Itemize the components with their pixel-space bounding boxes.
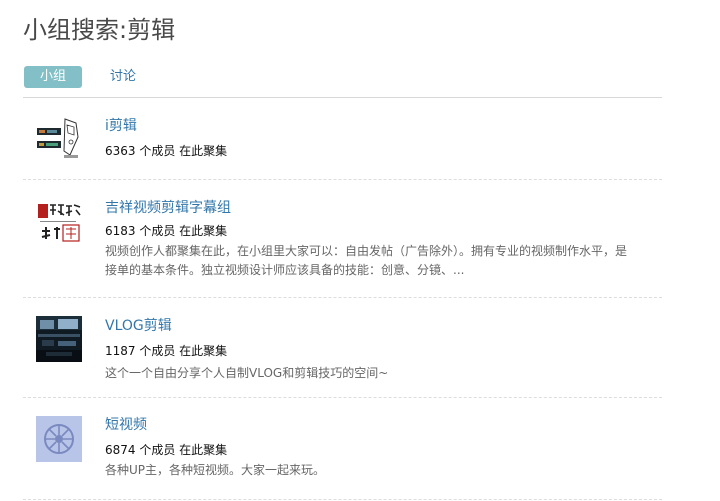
tab-bar: 小组 讨论: [23, 66, 662, 98]
group-description: 视频创作人都聚集在此，在小组里大家可以：自由发帖（广告除外）。拥有专业的视频制作…: [105, 242, 655, 280]
member-count: 6183 个成员 在此聚集: [105, 224, 228, 238]
calligraphy-logo-icon: [36, 201, 82, 247]
group-avatar-vlog[interactable]: [36, 316, 82, 362]
list-item: 吉祥视频剪辑字幕组 6183 个成员 在此聚集 视频创作人都聚集在此，在小组里大…: [23, 180, 662, 298]
description-line: 接单的基本条件。独立视频设计师应该具备的技能：创意、分镜、...: [105, 263, 465, 277]
group-avatar-jixiang[interactable]: [36, 201, 82, 247]
phone-sketch-icon: [36, 115, 82, 161]
editing-desk-icon: [36, 316, 82, 362]
page-title: 小组搜索:剪辑: [23, 16, 176, 44]
group-description: 各种UP主，各种短视频。大家一起来玩。: [105, 461, 655, 480]
group-name-link[interactable]: i剪辑: [105, 116, 137, 136]
list-item: VLOG剪辑 1187 个成员 在此聚集 这个一个自由分享个人自制VLOG和剪辑…: [23, 298, 662, 398]
list-item: i剪辑 6363 个成员 在此聚集: [23, 98, 662, 180]
list-item: 短视频 6874 个成员 在此聚集 各种UP主，各种短视频。大家一起来玩。: [23, 398, 662, 500]
description-line: 这个一个自由分享个人自制VLOG和剪辑技巧的空间~: [105, 366, 389, 380]
group-avatar-ijianji[interactable]: [36, 115, 82, 161]
description-line: 视频创作人都聚集在此，在小组里大家可以：自由发帖（广告除外）。拥有专业的视频制作…: [105, 244, 628, 258]
group-avatar-duanshipin[interactable]: [36, 416, 82, 462]
group-name-link[interactable]: 吉祥视频剪辑字幕组: [105, 198, 231, 218]
member-count: 1187 个成员 在此聚集: [105, 344, 228, 358]
description-line: 各种UP主，各种短视频。大家一起来玩。: [105, 463, 326, 477]
member-count: 6874 个成员 在此聚集: [105, 443, 228, 457]
tab-discussions[interactable]: 讨论: [103, 66, 143, 88]
group-name-link[interactable]: 短视频: [105, 415, 147, 435]
film-reel-icon: [36, 416, 82, 462]
member-count: 6363 个成员 在此聚集: [105, 144, 228, 158]
group-description: 这个一个自由分享个人自制VLOG和剪辑技巧的空间~: [105, 364, 655, 383]
group-name-link[interactable]: VLOG剪辑: [105, 316, 172, 336]
tab-groups[interactable]: 小组: [24, 66, 82, 88]
